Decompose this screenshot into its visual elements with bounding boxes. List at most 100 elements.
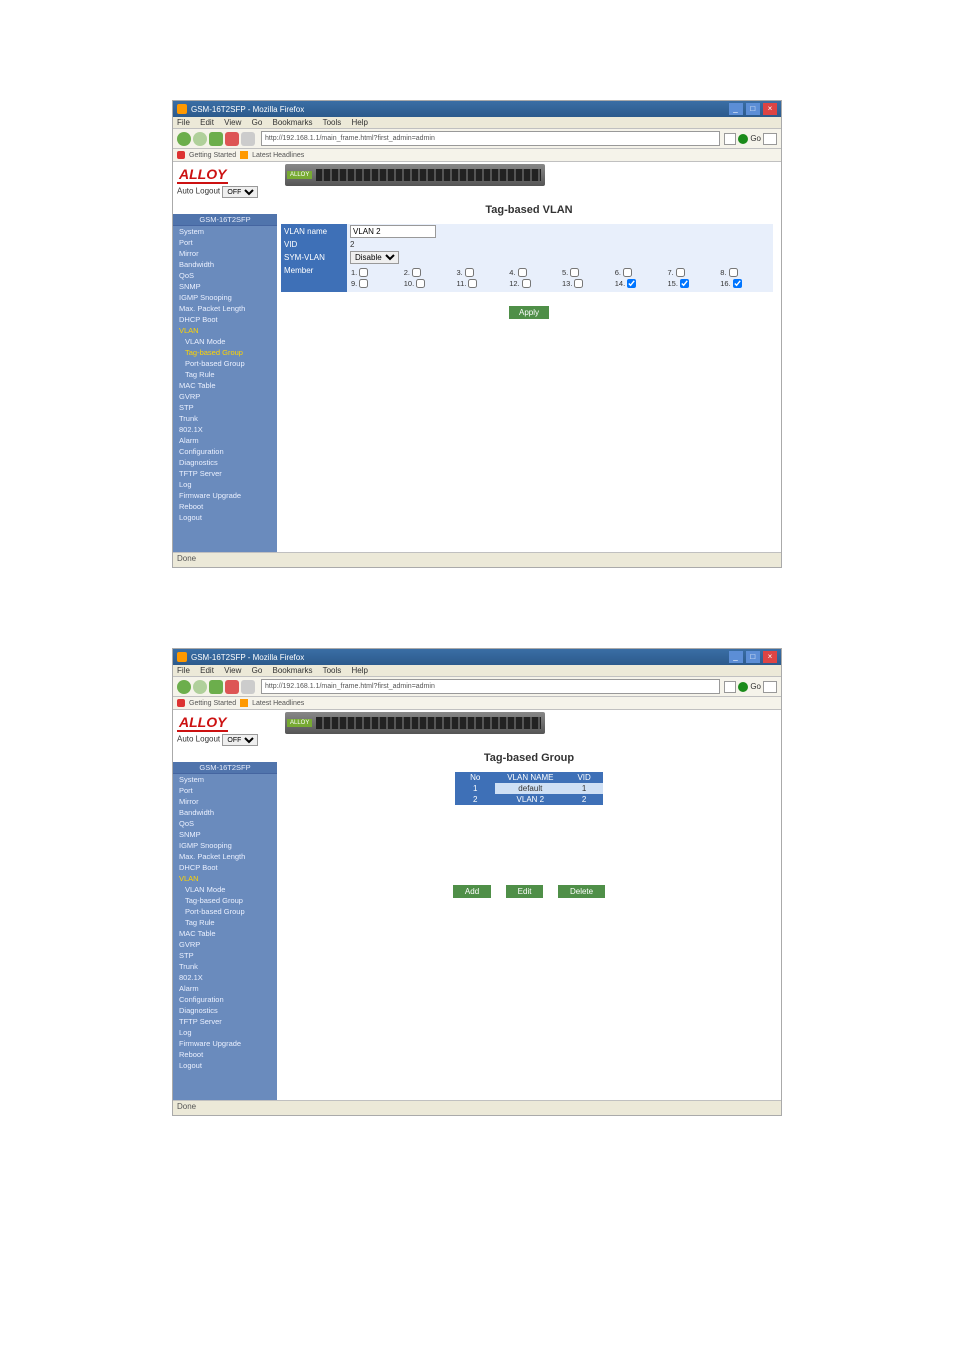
menu-edit[interactable]: Edit <box>200 666 214 675</box>
sidebar-item-qos[interactable]: QoS <box>173 270 277 281</box>
sidebar-item-firmware-upgrade[interactable]: Firmware Upgrade <box>173 1038 277 1049</box>
sidebar-item-tag-rule[interactable]: Tag Rule <box>173 369 277 380</box>
sidebar-item-alarm[interactable]: Alarm <box>173 983 277 994</box>
member-port-checkbox-4[interactable] <box>518 268 527 277</box>
sidebar-item-gvrp[interactable]: GVRP <box>173 391 277 402</box>
sidebar-item-log[interactable]: Log <box>173 1027 277 1038</box>
sidebar-item-802-1x[interactable]: 802.1X <box>173 424 277 435</box>
edit-button[interactable]: Edit <box>506 885 544 898</box>
member-port-checkbox-9[interactable] <box>359 279 368 288</box>
close-button[interactable]: × <box>763 103 777 115</box>
sidebar-item-bandwidth[interactable]: Bandwidth <box>173 259 277 270</box>
sidebar-item-snmp[interactable]: SNMP <box>173 829 277 840</box>
menu-view[interactable]: View <box>224 666 241 675</box>
sidebar-item-port-based-group[interactable]: Port-based Group <box>173 358 277 369</box>
member-port-checkbox-5[interactable] <box>570 268 579 277</box>
member-port-checkbox-13[interactable] <box>574 279 583 288</box>
sidebar-item-reboot[interactable]: Reboot <box>173 501 277 512</box>
sym-vlan-select[interactable]: Disable <box>350 251 399 264</box>
sidebar-item-snmp[interactable]: SNMP <box>173 281 277 292</box>
sidebar-item-port-based-group[interactable]: Port-based Group <box>173 906 277 917</box>
sidebar-item-mac-table[interactable]: MAC Table <box>173 928 277 939</box>
sidebar-item-stp[interactable]: STP <box>173 402 277 413</box>
stop-button[interactable] <box>225 132 239 146</box>
member-port-checkbox-11[interactable] <box>468 279 477 288</box>
bookmark-latest-headlines[interactable]: Latest Headlines <box>252 152 304 159</box>
sidebar-item-configuration[interactable]: Configuration <box>173 446 277 457</box>
table-row[interactable]: 2VLAN 22 <box>455 794 603 805</box>
sidebar-item-logout[interactable]: Logout <box>173 512 277 523</box>
add-button[interactable]: Add <box>453 885 491 898</box>
member-port-checkbox-14[interactable] <box>627 279 636 288</box>
sidebar-item-trunk[interactable]: Trunk <box>173 961 277 972</box>
bookmark-getting-started[interactable]: Getting Started <box>189 152 236 159</box>
go-icon[interactable] <box>738 682 748 692</box>
sidebar-item-max-packet-length[interactable]: Max. Packet Length <box>173 851 277 862</box>
apply-button[interactable]: Apply <box>509 306 549 319</box>
sidebar-item-configuration[interactable]: Configuration <box>173 994 277 1005</box>
sidebar-item-dhcp-boot[interactable]: DHCP Boot <box>173 862 277 873</box>
sidebar-item-dhcp-boot[interactable]: DHCP Boot <box>173 314 277 325</box>
url-dropdown[interactable] <box>724 133 736 145</box>
menu-view[interactable]: View <box>224 118 241 127</box>
sidebar-item-802-1x[interactable]: 802.1X <box>173 972 277 983</box>
back-button[interactable] <box>177 132 191 146</box>
search-box[interactable] <box>763 133 777 145</box>
forward-button[interactable] <box>193 132 207 146</box>
sidebar-item-port[interactable]: Port <box>173 785 277 796</box>
menu-go[interactable]: Go <box>252 666 263 675</box>
sidebar-item-tftp-server[interactable]: TFTP Server <box>173 1016 277 1027</box>
menu-bookmarks[interactable]: Bookmarks <box>273 118 313 127</box>
member-port-checkbox-7[interactable] <box>676 268 685 277</box>
member-port-checkbox-1[interactable] <box>359 268 368 277</box>
menu-edit[interactable]: Edit <box>200 118 214 127</box>
close-button[interactable]: × <box>763 651 777 663</box>
menu-file[interactable]: File <box>177 666 190 675</box>
reload-button[interactable] <box>209 132 223 146</box>
stop-button[interactable] <box>225 680 239 694</box>
sidebar-item-stp[interactable]: STP <box>173 950 277 961</box>
sidebar-item-qos[interactable]: QoS <box>173 818 277 829</box>
sidebar-item-bandwidth[interactable]: Bandwidth <box>173 807 277 818</box>
sidebar-item-mirror[interactable]: Mirror <box>173 248 277 259</box>
menu-tools[interactable]: Tools <box>323 118 342 127</box>
sidebar-item-mirror[interactable]: Mirror <box>173 796 277 807</box>
menu-help[interactable]: Help <box>352 118 368 127</box>
menu-file[interactable]: File <box>177 118 190 127</box>
member-port-checkbox-2[interactable] <box>412 268 421 277</box>
sidebar-item-igmp-snooping[interactable]: IGMP Snooping <box>173 840 277 851</box>
auto-logout-select[interactable]: OFF <box>222 734 258 746</box>
sidebar-item-igmp-snooping[interactable]: IGMP Snooping <box>173 292 277 303</box>
sidebar-item-trunk[interactable]: Trunk <box>173 413 277 424</box>
url-bar[interactable]: http://192.168.1.1/main_frame.html?first… <box>261 679 720 694</box>
member-port-checkbox-6[interactable] <box>623 268 632 277</box>
sidebar-item-firmware-upgrade[interactable]: Firmware Upgrade <box>173 490 277 501</box>
sidebar-item-system[interactable]: System <box>173 226 277 237</box>
sidebar-item-port[interactable]: Port <box>173 237 277 248</box>
menu-bookmarks[interactable]: Bookmarks <box>273 666 313 675</box>
url-dropdown[interactable] <box>724 681 736 693</box>
minimize-button[interactable]: _ <box>729 651 743 663</box>
member-port-checkbox-12[interactable] <box>522 279 531 288</box>
vlan-name-input[interactable] <box>350 225 436 238</box>
auto-logout-select[interactable]: OFF <box>222 186 258 198</box>
home-button[interactable] <box>241 680 255 694</box>
member-port-checkbox-3[interactable] <box>465 268 474 277</box>
sidebar-item-tag-rule[interactable]: Tag Rule <box>173 917 277 928</box>
home-button[interactable] <box>241 132 255 146</box>
maximize-button[interactable]: □ <box>746 651 760 663</box>
back-button[interactable] <box>177 680 191 694</box>
sidebar-item-mac-table[interactable]: MAC Table <box>173 380 277 391</box>
sidebar-item-tftp-server[interactable]: TFTP Server <box>173 468 277 479</box>
sidebar-item-alarm[interactable]: Alarm <box>173 435 277 446</box>
sidebar-item-gvrp[interactable]: GVRP <box>173 939 277 950</box>
search-box[interactable] <box>763 681 777 693</box>
go-icon[interactable] <box>738 134 748 144</box>
table-row[interactable]: 1default1 <box>455 783 603 794</box>
sidebar-item-system[interactable]: System <box>173 774 277 785</box>
url-bar[interactable]: http://192.168.1.1/main_frame.html?first… <box>261 131 720 146</box>
sidebar-item-diagnostics[interactable]: Diagnostics <box>173 1005 277 1016</box>
bookmark-getting-started[interactable]: Getting Started <box>189 700 236 707</box>
member-port-checkbox-10[interactable] <box>416 279 425 288</box>
forward-button[interactable] <box>193 680 207 694</box>
